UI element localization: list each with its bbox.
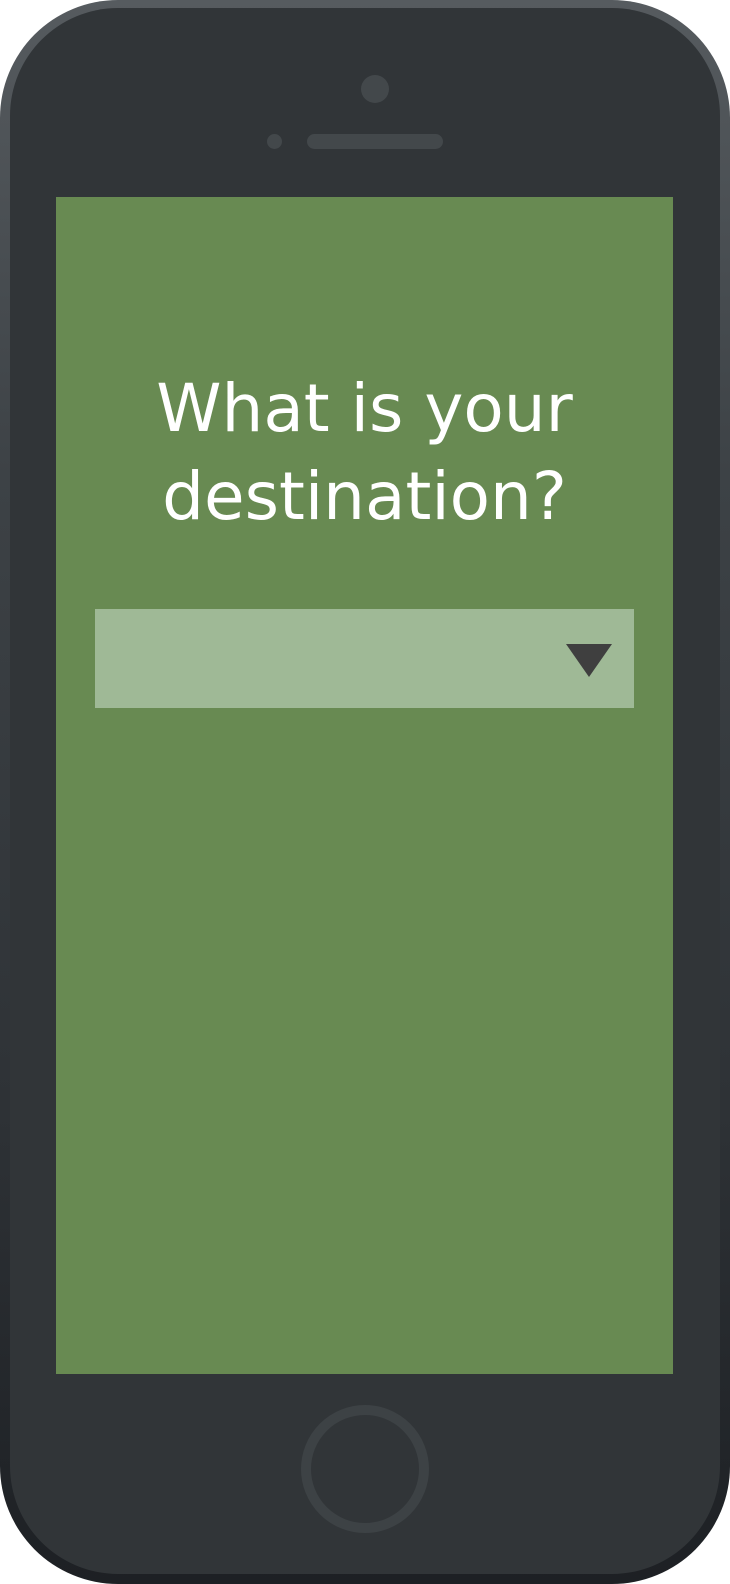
chevron-down-icon-shape: [566, 644, 612, 677]
proximity-sensor: [267, 134, 282, 149]
phone-frame: What is your destination?: [0, 0, 730, 1584]
destination-question: What is your destination?: [156, 370, 573, 535]
destination-select[interactable]: [95, 609, 634, 708]
earpiece-speaker: [307, 134, 443, 149]
home-button[interactable]: [301, 1405, 429, 1533]
front-camera: [361, 75, 389, 103]
chevron-down-icon: [566, 644, 612, 677]
app-screen: What is your destination?: [56, 197, 673, 1374]
